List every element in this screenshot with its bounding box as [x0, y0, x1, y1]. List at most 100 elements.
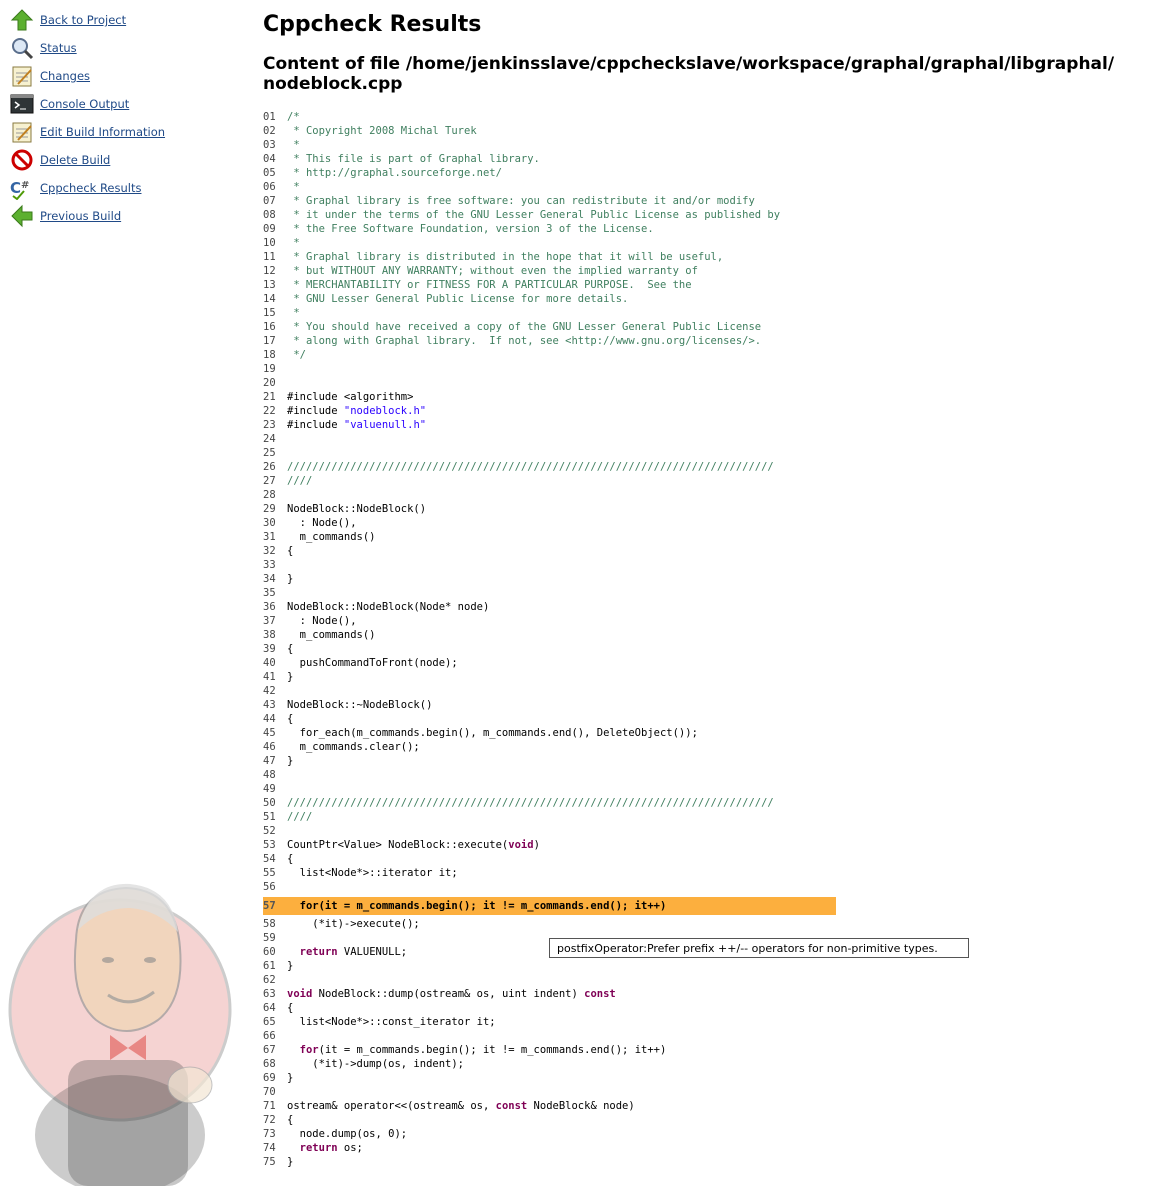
warning-tooltip: postfixOperator:Prefer prefix ++/-- oper… — [549, 938, 969, 958]
line-number: 33 — [263, 559, 276, 571]
code-line: 55 list<Node*>::iterator it; — [263, 866, 458, 880]
line-text: { — [287, 545, 294, 557]
line-number: 15 — [263, 307, 276, 319]
line-text: * — [287, 237, 300, 249]
line-text: #include "valuenull.h" — [287, 419, 427, 431]
code-line: 75} — [263, 1155, 293, 1169]
line-text: pushCommandToFront(node); — [287, 657, 458, 669]
line-text: #include <algorithm> — [287, 391, 414, 403]
code-line: 27 //// — [263, 474, 312, 488]
previous-build-link[interactable]: Previous Build — [40, 209, 121, 223]
code-line: 05 * http://graphal.sourceforge.net/ — [263, 166, 502, 180]
code-line: 26 //////////////////////////////////////… — [263, 460, 774, 474]
status-link[interactable]: Status — [40, 41, 77, 55]
line-number: 42 — [263, 685, 276, 697]
back-to-project-link[interactable]: Back to Project — [40, 13, 126, 27]
line-text: } — [287, 573, 294, 585]
task-cppcheck-results[interactable]: C # Cppcheck Results — [10, 176, 141, 201]
line-text: * — [287, 139, 300, 151]
code-line: 33 — [263, 558, 287, 572]
cppcheck-icon: C # — [10, 176, 34, 201]
cppcheck-results-link[interactable]: Cppcheck Results — [40, 181, 141, 195]
line-text: for(it = m_commands.begin(); it != m_com… — [287, 900, 667, 912]
console-output-link[interactable]: Console Output — [40, 97, 129, 111]
code-line: 43 NodeBlock::~NodeBlock() — [263, 698, 432, 712]
svg-text:C: C — [10, 179, 21, 197]
code-line: 48 — [263, 768, 287, 782]
search-icon — [10, 36, 34, 60]
code-line: 36 NodeBlock::NodeBlock(Node* node) — [263, 600, 489, 614]
code-line: 11 * Graphal library is distributed in t… — [263, 250, 723, 264]
line-number: 75 — [263, 1156, 276, 1168]
code-line: 18 */ — [263, 348, 306, 362]
code-line: 17 * along with Graphal library. If not,… — [263, 334, 761, 348]
code-line: 72 { — [263, 1113, 293, 1127]
code-line: 58 (*it)->execute(); — [263, 917, 420, 931]
code-line: 16 * You should have received a copy of … — [263, 320, 761, 334]
line-text: //// — [287, 475, 313, 487]
code-line: 71 ostream& operator<<(ostream& os, const… — [263, 1099, 635, 1113]
code-line: 54 { — [263, 852, 293, 866]
code-line: 65 list<Node*>::const_iterator it; — [263, 1015, 496, 1029]
line-number: 54 — [263, 853, 276, 865]
task-back-to-project[interactable]: Back to Project — [10, 8, 126, 32]
task-status[interactable]: Status — [10, 36, 77, 60]
code-line: 06 * — [263, 180, 300, 194]
line-text: { — [287, 853, 294, 865]
code-line: 56 — [263, 880, 287, 894]
line-number: 12 — [263, 265, 276, 277]
edit-build-information-link[interactable]: Edit Build Information — [40, 125, 165, 139]
line-text: m_commands.clear(); — [287, 741, 420, 753]
code-line: 64 { — [263, 1001, 293, 1015]
file-path-heading: Content of file /home/jenkinsslave/cppch… — [263, 54, 1115, 94]
code-line: 01 /* — [263, 110, 300, 124]
line-number: 38 — [263, 629, 276, 641]
code-line: 40 pushCommandToFront(node); — [263, 656, 458, 670]
line-number: 35 — [263, 587, 276, 599]
line-number: 71 — [263, 1100, 276, 1112]
line-text: CountPtr<Value> NodeBlock::execute(void) — [287, 839, 540, 851]
line-number: 52 — [263, 825, 276, 837]
line-text: list<Node*>::iterator it; — [287, 867, 458, 879]
code-line: 14 * GNU Lesser General Public License f… — [263, 292, 628, 306]
line-number: 46 — [263, 741, 276, 753]
line-text: : Node(), — [287, 615, 357, 627]
task-console-output[interactable]: Console Output — [10, 92, 129, 116]
line-number: 60 — [263, 946, 276, 958]
code-line: 28 — [263, 488, 287, 502]
line-number: 37 — [263, 615, 276, 627]
line-text: ostream& operator<<(ostream& os, const N… — [287, 1100, 635, 1112]
line-text: ////////////////////////////////////////… — [287, 461, 774, 473]
line-number: 07 — [263, 195, 276, 207]
line-text: return VALUENULL; — [299, 946, 408, 958]
delete-build-link[interactable]: Delete Build — [40, 153, 110, 167]
code-line: 07 * Graphal library is free software: y… — [263, 194, 755, 208]
task-previous-build[interactable]: Previous Build — [10, 204, 121, 228]
line-text: m_commands() — [287, 531, 376, 543]
changes-link[interactable]: Changes — [40, 69, 90, 83]
code-line: 13 * MERCHANTABILITY or FITNESS FOR A PA… — [263, 278, 692, 292]
line-text: */ — [287, 349, 306, 361]
task-delete-build[interactable]: Delete Build — [10, 148, 110, 172]
notepad-icon — [10, 120, 34, 144]
line-number: 19 — [263, 363, 276, 375]
code-line: 10 * — [263, 236, 300, 250]
task-changes[interactable]: Changes — [10, 64, 90, 88]
line-text: * — [287, 307, 300, 319]
line-text: { — [287, 1114, 294, 1126]
line-number: 53 — [263, 839, 276, 851]
line-number: 41 — [263, 671, 276, 683]
line-text: * http://graphal.sourceforge.net/ — [287, 167, 502, 179]
line-number: 69 — [263, 1072, 276, 1084]
line-text: } — [287, 671, 294, 683]
page-title: Cppcheck Results — [263, 12, 482, 37]
line-number: 24 — [263, 433, 276, 445]
task-edit-build-information[interactable]: Edit Build Information — [10, 120, 165, 144]
code-line: 52 — [263, 824, 287, 838]
line-text: * Graphal library is free software: you … — [287, 195, 755, 207]
line-number: 57 — [263, 900, 276, 912]
code-line: 15 * — [263, 306, 300, 320]
line-text: * This file is part of Graphal library. — [287, 153, 540, 165]
line-text: list<Node*>::const_iterator it; — [287, 1016, 496, 1028]
code-line: 61} — [263, 959, 293, 973]
